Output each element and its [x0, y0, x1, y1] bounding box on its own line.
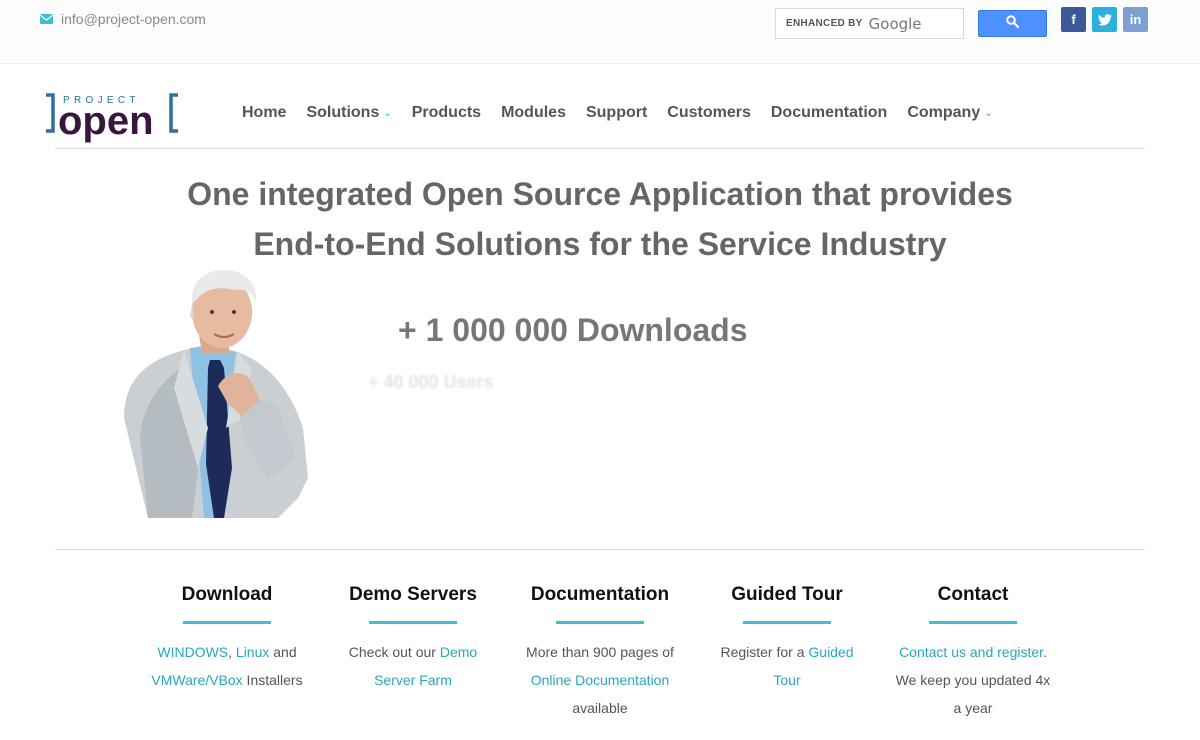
- feature-demo-title: Demo Servers: [349, 584, 477, 605]
- feature-tour-title: Guided Tour: [731, 584, 843, 605]
- feature-documentation-title: Documentation: [530, 584, 670, 605]
- accent-bar: [929, 621, 1017, 624]
- accent-bar: [556, 621, 644, 624]
- contact-post-text: We keep you updated 4x a year: [895, 672, 1051, 716]
- chevron-down-icon: ⌄: [383, 107, 392, 119]
- linux-link[interactable]: Linux: [236, 644, 269, 660]
- documentation-pre-text: More than 900 pages of: [526, 644, 674, 660]
- chevron-down-icon: ⌄: [984, 107, 993, 119]
- project-open-logo[interactable]: PROJECT open: [44, 90, 184, 144]
- nav-solutions[interactable]: Solutions ⌄: [306, 104, 391, 122]
- documentation-post-text: available: [572, 700, 628, 716]
- nav-modules-label: Modules: [501, 104, 566, 121]
- main-nav: Home Solutions ⌄ Products Modules Support…: [242, 104, 1013, 122]
- demo-pre-text: Check out our: [348, 644, 440, 660]
- logo-open-text: open: [58, 99, 154, 143]
- businessman-image: [118, 268, 318, 520]
- nav-customers-label: Customers: [667, 104, 751, 121]
- nav-company-label: Company: [907, 104, 981, 121]
- twitter-icon[interactable]: [1092, 7, 1117, 32]
- top-bar: info@project-open.com ENHANCED BY Google…: [0, 0, 1200, 64]
- feature-tour-text: Register for a Guided Tour: [697, 638, 877, 694]
- feature-demo-servers: Demo Servers Check out our Demo Server F…: [323, 584, 503, 694]
- downloads-counter: + 1 000 000 Downloads: [398, 312, 748, 348]
- windows-link[interactable]: WINDOWS: [157, 644, 228, 660]
- linkedin-icon[interactable]: in: [1123, 7, 1148, 32]
- nav-products-label: Products: [411, 104, 482, 121]
- accent-bar: [369, 621, 457, 624]
- nav-support-label: Support: [585, 104, 648, 121]
- header-divider: [55, 148, 1145, 149]
- feature-download-text: WINDOWS, Linux and VMWare/VBox Installer…: [137, 638, 317, 694]
- hero-title-line-2: End-to-End Solutions for the Service Ind…: [253, 226, 947, 262]
- online-documentation-link[interactable]: Online Documentation: [531, 672, 670, 688]
- nav-home[interactable]: Home: [242, 104, 286, 122]
- feature-download: Download WINDOWS, Linux and VMWare/VBox …: [137, 584, 317, 694]
- google-label: Google: [868, 14, 922, 33]
- search-button[interactable]: [978, 10, 1047, 37]
- search-icon: [1006, 14, 1020, 33]
- email-text: info@project-open.com: [61, 11, 206, 27]
- hero-divider: [55, 549, 1145, 550]
- nav-company[interactable]: Company ⌄: [907, 104, 992, 122]
- feature-documentation-text: More than 900 pages of Online Documentat…: [510, 638, 690, 722]
- nav-customers[interactable]: Customers: [667, 104, 751, 122]
- feature-download-title: Download: [181, 584, 273, 605]
- and-text: and: [269, 644, 297, 660]
- envelope-icon: [40, 14, 53, 24]
- search-input[interactable]: ENHANCED BY Google: [775, 8, 964, 39]
- nav-solutions-label: Solutions: [306, 104, 380, 121]
- contact-register-link[interactable]: Contact us and register: [899, 644, 1043, 660]
- vmware-link[interactable]: VMWare/VBox: [151, 672, 242, 688]
- nav-documentation-label: Documentation: [770, 104, 888, 121]
- facebook-icon[interactable]: f: [1061, 7, 1086, 32]
- accent-bar: [743, 621, 831, 624]
- accent-bar: [183, 621, 271, 624]
- users-counter: + 40 000 Users: [368, 372, 494, 392]
- nav-support[interactable]: Support: [586, 104, 647, 122]
- nav-products[interactable]: Products: [412, 104, 481, 122]
- email-contact[interactable]: info@project-open.com: [40, 11, 206, 27]
- feature-contact-text: Contact us and register. We keep you upd…: [883, 638, 1063, 722]
- facebook-letter: f: [1071, 12, 1076, 27]
- installers-text: Installers: [242, 672, 303, 688]
- nav-documentation[interactable]: Documentation: [771, 104, 887, 122]
- feature-guided-tour: Guided Tour Register for a Guided Tour: [697, 584, 877, 694]
- enhanced-by-label: ENHANCED BY: [786, 18, 863, 29]
- linkedin-letters: in: [1129, 12, 1142, 27]
- feature-contact-title: Contact: [937, 584, 1009, 605]
- nav-home-label: Home: [242, 104, 287, 121]
- nav-modules[interactable]: Modules: [501, 104, 566, 122]
- feature-documentation: Documentation More than 900 pages of Onl…: [510, 584, 690, 722]
- feature-demo-text: Check out our Demo Server Farm: [323, 638, 503, 694]
- feature-contact: Contact Contact us and register. We keep…: [883, 584, 1063, 722]
- contact-dot: .: [1043, 644, 1047, 660]
- separator-text: ,: [228, 644, 236, 660]
- tour-pre-text: Register for a: [720, 644, 809, 660]
- hero-title-line-1: One integrated Open Source Application t…: [187, 176, 1013, 212]
